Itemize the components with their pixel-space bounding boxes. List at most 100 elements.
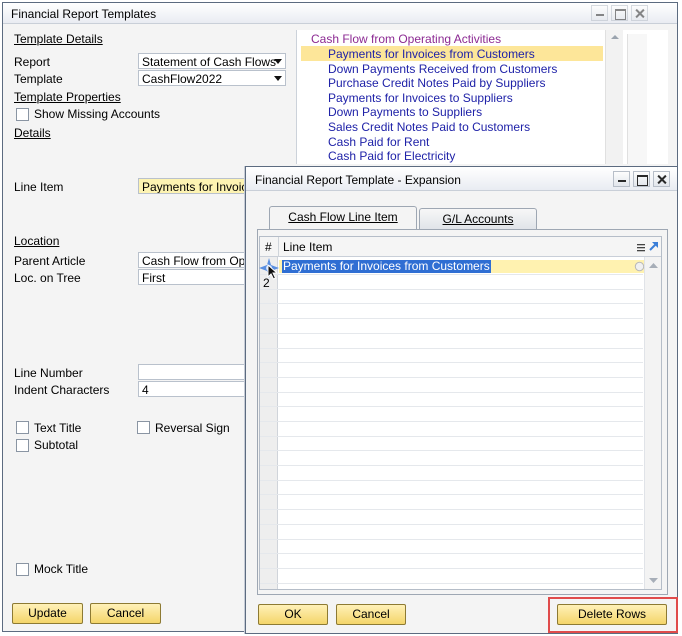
grid-row-line (260, 568, 643, 569)
mouse-cursor-icon (267, 264, 279, 280)
grid-row-line (260, 318, 643, 319)
grid-row-line (260, 289, 643, 290)
grid-row-line (260, 524, 643, 525)
expand-columns-icon[interactable] (636, 241, 646, 253)
tree-parent-item[interactable]: Cash Flow from Operating Activities (311, 32, 501, 46)
tree-outer-scrollbar[interactable] (627, 34, 647, 164)
grid-row-line (260, 377, 643, 378)
tab-gl-accounts-label: G/L Accounts (442, 212, 514, 226)
main-window-title: Financial Report Templates (11, 7, 157, 21)
scroll-up-arrow-icon[interactable] (648, 262, 659, 269)
tab-cash-flow-line-item-label: Cash Flow Line Item (288, 210, 398, 224)
header-divider (278, 237, 279, 257)
subtotal-label: Subtotal (34, 438, 79, 452)
report-value: Statement of Cash Flows (142, 55, 277, 69)
grid-header: # Line Item (260, 237, 661, 257)
grid-row-line (260, 553, 643, 554)
parent-article-label: Parent Article (14, 254, 86, 268)
grid-row-line (260, 583, 643, 584)
tree-item[interactable]: Down Payments to Suppliers (328, 105, 482, 119)
template-tree[interactable]: Cash Flow from Operating Activities Paym… (296, 30, 668, 164)
ok-button[interactable]: OK (258, 604, 328, 625)
mock-title-label: Mock Title (34, 562, 89, 576)
dialog-title: Financial Report Template - Expansion (255, 173, 461, 187)
grid-row-line (260, 274, 643, 275)
link-arrow-icon[interactable] (647, 239, 660, 253)
minimize-icon[interactable] (591, 5, 608, 21)
grid-row-line (260, 421, 643, 422)
line-item-grid[interactable]: # Line Item Payments for Invoices from C… (259, 236, 662, 590)
subtotal-checkbox[interactable] (16, 439, 29, 452)
close-icon[interactable] (653, 171, 670, 187)
tree-item[interactable]: Down Payments Received from Customers (328, 62, 557, 76)
grid-row-line (260, 362, 643, 363)
loc-on-tree-label: Loc. on Tree (14, 271, 81, 285)
section-location: Location (14, 234, 60, 248)
tab-cash-flow-line-item[interactable]: Cash Flow Line Item (269, 206, 417, 230)
col-hash-header[interactable]: # (265, 240, 272, 254)
indent-characters-label: Indent Characters (14, 383, 110, 397)
tree-item[interactable]: Purchase Credit Notes Paid by Suppliers (328, 76, 545, 90)
scroll-up-arrow-icon[interactable] (606, 30, 624, 44)
grid-row-line (260, 333, 643, 334)
grid-row-line (260, 480, 643, 481)
grid-row-line (260, 465, 643, 466)
grid-row-line (260, 509, 643, 510)
dialog-titlebar: Financial Report Template - Expansion (246, 167, 677, 191)
loc-on-tree-value: First (142, 271, 166, 285)
text-title-checkbox[interactable] (16, 421, 29, 434)
line-item-field[interactable]: Payments for Invoice (138, 178, 248, 194)
scroll-down-arrow-icon[interactable] (648, 577, 659, 584)
dropdown-arrow-icon (274, 59, 282, 64)
maximize-icon[interactable] (633, 171, 650, 187)
close-icon[interactable] (631, 5, 648, 21)
main-titlebar: Financial Report Templates (3, 3, 677, 24)
tree-scrollbar[interactable] (605, 30, 623, 164)
dropdown-arrow-icon (274, 76, 282, 81)
mock-title-checkbox[interactable] (16, 563, 29, 576)
main-cancel-button[interactable]: Cancel (90, 603, 161, 624)
annotation-highlight-box (548, 597, 678, 633)
grid-row-line (260, 539, 643, 540)
section-details: Details (14, 126, 51, 140)
indent-characters-field[interactable]: 4 (138, 381, 248, 397)
template-label: Template (14, 72, 63, 86)
tree-item[interactable]: Cash Paid for Rent (328, 135, 429, 149)
line-number-field[interactable] (138, 364, 248, 380)
show-missing-accounts-checkbox[interactable] (16, 108, 29, 121)
col-line-item-header[interactable]: Line Item (283, 240, 332, 254)
tab-gl-accounts[interactable]: G/L Accounts (419, 208, 537, 230)
reversal-sign-checkbox[interactable] (137, 421, 150, 434)
line-number-label: Line Number (14, 366, 83, 380)
template-combo[interactable]: CashFlow2022 (138, 70, 286, 86)
grid-row-line (260, 450, 643, 451)
section-template-properties: Template Properties (14, 90, 121, 104)
grid-row-line (260, 303, 643, 304)
section-template-details: Template Details (14, 32, 103, 46)
tree-item[interactable]: Cash Paid for Electricity (328, 149, 455, 163)
grid-scrollbar[interactable] (644, 257, 661, 589)
parent-article-field[interactable]: Cash Flow from Oper (138, 252, 248, 268)
minimize-icon[interactable] (613, 171, 630, 187)
maximize-icon[interactable] (611, 5, 628, 21)
grid-row-line (260, 436, 643, 437)
grid-row-line (260, 494, 643, 495)
grid-row-line (260, 348, 643, 349)
tree-item[interactable]: Payments for Invoices from Customers (328, 47, 535, 61)
show-missing-accounts-label: Show Missing Accounts (34, 107, 161, 121)
main-window-controls (591, 5, 648, 21)
tree-item[interactable]: Sales Credit Notes Paid to Customers (328, 120, 530, 134)
report-combo[interactable]: Statement of Cash Flows (138, 53, 286, 69)
tree-item[interactable]: Payments for Invoices to Suppliers (328, 91, 513, 105)
indent-characters-value: 4 (142, 383, 149, 397)
loc-on-tree-field[interactable]: First (138, 269, 248, 285)
line-item-label: Line Item (14, 180, 64, 194)
parent-article-value: Cash Flow from Oper (142, 254, 248, 268)
template-value: CashFlow2022 (142, 72, 223, 86)
report-label: Report (14, 55, 51, 69)
dialog-cancel-button[interactable]: Cancel (336, 604, 406, 625)
grid-row-1-line-item[interactable]: Payments for Invoices from Customers (282, 260, 491, 273)
grid-row-line (260, 406, 643, 407)
update-button[interactable]: Update (12, 603, 83, 624)
reversal-sign-label: Reversal Sign (155, 421, 230, 435)
